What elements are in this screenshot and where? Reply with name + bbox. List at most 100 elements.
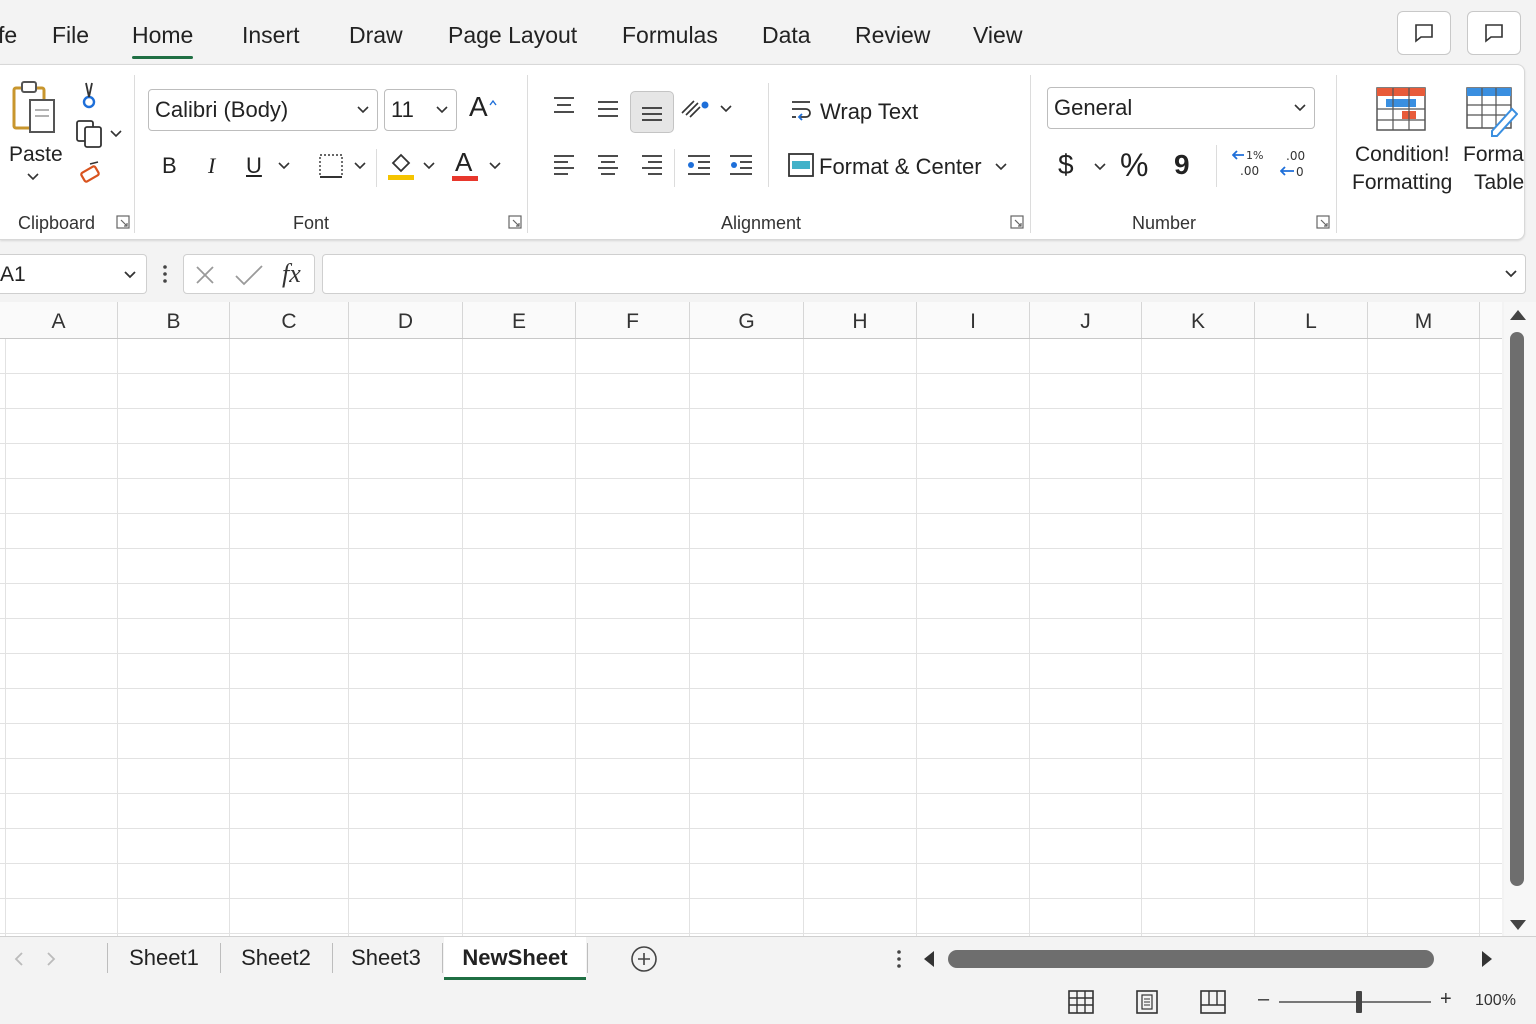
wrap-text-icon[interactable] [788, 97, 816, 125]
chevron-down-icon[interactable] [720, 105, 732, 113]
dialog-launcher-icon[interactable] [1010, 215, 1024, 229]
middle-align-icon[interactable] [596, 99, 620, 121]
chevron-down-icon[interactable] [354, 162, 366, 170]
zoom-slider-thumb[interactable] [1356, 991, 1362, 1013]
chevron-down-icon[interactable] [278, 162, 290, 170]
sheet-tab-sheet2[interactable]: Sheet2 [222, 937, 330, 977]
column-header-l[interactable]: L [1255, 302, 1368, 338]
scroll-down-icon[interactable] [1508, 918, 1528, 932]
dialog-launcher-icon[interactable] [508, 215, 522, 229]
cancel-icon[interactable] [194, 264, 216, 286]
next-sheet-icon[interactable] [46, 952, 56, 966]
enter-icon[interactable] [234, 264, 264, 286]
column-header-j[interactable]: J [1030, 302, 1142, 338]
vertical-scroll-thumb[interactable] [1510, 332, 1524, 886]
insert-function-button[interactable]: fx [282, 259, 301, 289]
fill-color-icon[interactable] [386, 149, 416, 181]
align-right-icon[interactable] [640, 153, 664, 177]
add-sheet-icon[interactable] [630, 945, 658, 973]
sheet-tab-newsheet[interactable]: NewSheet [444, 937, 586, 980]
orientation-icon[interactable] [680, 95, 712, 121]
tab-formulas[interactable]: Formulas [622, 22, 718, 49]
more-options-icon[interactable] [895, 949, 903, 969]
chevron-down-icon[interactable] [423, 162, 435, 170]
tab-page-layout[interactable]: Page Layout [448, 22, 577, 49]
bottom-align-button[interactable] [630, 91, 674, 133]
scroll-left-icon[interactable] [922, 949, 936, 969]
top-align-icon[interactable] [552, 95, 576, 117]
align-left-icon[interactable] [552, 153, 576, 177]
align-center-icon[interactable] [596, 153, 620, 177]
page-layout-view-icon[interactable] [1136, 990, 1158, 1014]
format-painter-icon[interactable] [78, 161, 104, 185]
previous-sheet-icon[interactable] [14, 952, 24, 966]
dialog-launcher-icon[interactable] [1316, 215, 1330, 229]
column-header-f[interactable]: F [576, 302, 690, 338]
cell-area[interactable] [0, 339, 1502, 936]
paste-button[interactable]: Paste [9, 143, 63, 167]
dialog-launcher-icon[interactable] [116, 215, 130, 229]
tab-data[interactable]: Data [762, 22, 811, 49]
column-header-a[interactable]: A [0, 302, 118, 338]
column-header-d[interactable]: D [349, 302, 463, 338]
borders-icon[interactable] [318, 153, 344, 179]
chevron-down-icon[interactable] [995, 163, 1007, 171]
zoom-level[interactable]: 100% [1475, 992, 1516, 1010]
tab-draw[interactable]: Draw [349, 22, 403, 49]
more-options-icon[interactable] [161, 264, 169, 284]
column-header-k[interactable]: K [1142, 302, 1255, 338]
increase-indent-icon[interactable] [728, 153, 754, 177]
tab-home[interactable]: Home [132, 22, 194, 59]
wrap-text-button[interactable]: Wrap Text [820, 99, 918, 125]
column-header-g[interactable]: G [690, 302, 804, 338]
percent-button[interactable]: % [1120, 147, 1148, 184]
currency-button[interactable]: $ [1058, 149, 1074, 181]
horizontal-scroll-thumb[interactable] [948, 950, 1434, 968]
scroll-up-icon[interactable] [1508, 308, 1528, 322]
font-name-combo[interactable]: Calibri (Body) [148, 89, 378, 131]
column-header-m[interactable]: M [1368, 302, 1480, 338]
decrease-indent-icon[interactable] [686, 153, 712, 177]
format-as-table-line2[interactable]: Table [1474, 171, 1524, 195]
column-header-e[interactable]: E [463, 302, 576, 338]
scroll-right-icon[interactable] [1480, 949, 1494, 969]
page-break-preview-icon[interactable] [1200, 990, 1226, 1014]
paste-icon[interactable] [8, 79, 60, 139]
chevron-down-icon[interactable] [110, 130, 122, 138]
conditional-formatting-icon[interactable] [1376, 87, 1426, 131]
tab-file-partial[interactable]: fe [0, 22, 17, 49]
underline-button[interactable]: U [246, 153, 262, 179]
column-header-b[interactable]: B [118, 302, 230, 338]
tab-insert[interactable]: Insert [242, 22, 300, 49]
font-size-combo[interactable]: 11 [384, 89, 457, 131]
cut-icon[interactable] [78, 81, 100, 109]
vertical-scrollbar[interactable] [1504, 302, 1536, 936]
worksheet-grid[interactable]: A B C D E F G H I J K L M [0, 302, 1502, 936]
merge-center-button[interactable]: Format & Center [819, 154, 982, 180]
chevron-down-icon[interactable] [1094, 163, 1106, 171]
zoom-out-button[interactable]: – [1258, 988, 1269, 1011]
tab-file[interactable]: File [52, 22, 89, 49]
share-comment-button[interactable] [1467, 11, 1521, 55]
merge-center-icon[interactable] [787, 151, 815, 179]
italic-button[interactable]: I [208, 153, 215, 179]
comments-button[interactable] [1397, 11, 1451, 55]
comma-style-button[interactable]: 9 [1174, 149, 1190, 181]
conditional-formatting-line2[interactable]: Formatting [1352, 171, 1452, 195]
zoom-slider-track[interactable] [1279, 1001, 1431, 1003]
grow-font-button[interactable]: A [469, 91, 488, 123]
chevron-down-icon[interactable] [489, 162, 501, 170]
number-format-combo[interactable]: General [1047, 87, 1315, 129]
increase-decimal-icon[interactable]: 1%.00 [1232, 147, 1266, 179]
format-as-table-line1[interactable]: Forma [1463, 143, 1524, 167]
column-header-i[interactable]: I [917, 302, 1030, 338]
chevron-down-icon[interactable] [124, 271, 136, 279]
format-as-table-icon[interactable] [1466, 87, 1518, 137]
column-header-c[interactable]: C [230, 302, 349, 338]
formula-input[interactable] [322, 254, 1526, 294]
chevron-down-icon[interactable] [1505, 270, 1517, 278]
normal-view-icon[interactable] [1068, 990, 1094, 1014]
name-box[interactable]: A1 [0, 254, 147, 294]
zoom-in-button[interactable]: + [1440, 988, 1452, 1011]
decrease-decimal-icon[interactable]: .000 [1280, 147, 1310, 179]
